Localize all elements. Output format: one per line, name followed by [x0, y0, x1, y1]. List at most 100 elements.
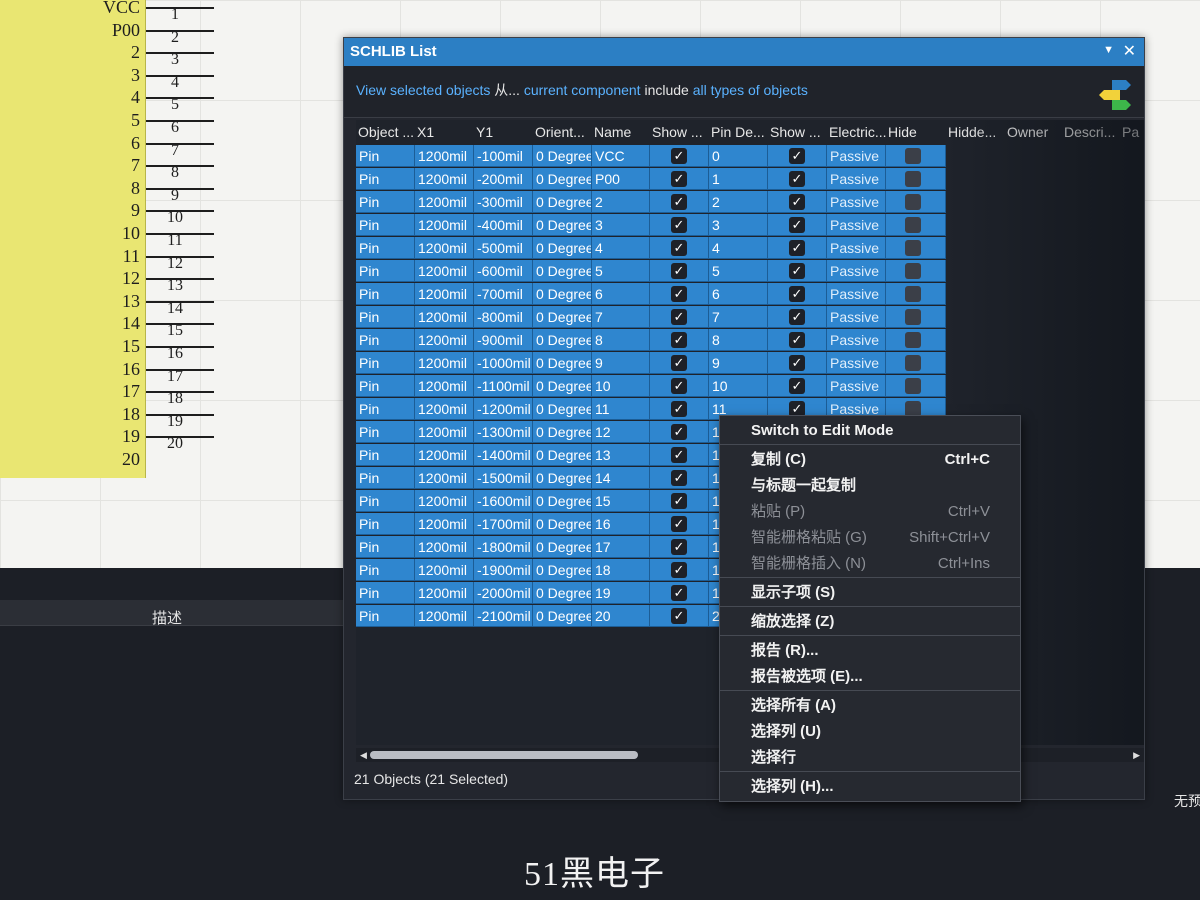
cell-electrical-type[interactable]: Passive — [827, 283, 886, 305]
cell-y1[interactable]: -1100mil — [474, 375, 533, 397]
cell-checkbox[interactable]: ✓ — [768, 329, 827, 351]
show-checkbox[interactable]: ✓ — [671, 470, 687, 486]
column-header[interactable]: X1 — [415, 120, 474, 144]
cell-orientation[interactable]: 0 Degrees — [533, 260, 592, 282]
cell-checkbox[interactable]: ✓ — [650, 375, 709, 397]
cell-object-type[interactable]: Pin — [356, 605, 415, 627]
cell-checkbox[interactable] — [886, 260, 946, 282]
cell-name[interactable]: 8 — [592, 329, 650, 351]
cell-x1[interactable]: 1200mil — [415, 559, 474, 581]
table-row[interactable]: Pin1200mil-100mil0 DegreesVCC 0 Passive ✓ ✓ — [356, 145, 946, 167]
cell-x1[interactable]: 1200mil — [415, 605, 474, 627]
cell-x1[interactable]: 1200mil — [415, 168, 474, 190]
cell-orientation[interactable]: 0 Degrees — [533, 559, 592, 581]
show-checkbox[interactable]: ✓ — [671, 263, 687, 279]
cell-y1[interactable]: -100mil — [474, 145, 533, 167]
cell-y1[interactable]: -1200mil — [474, 398, 533, 420]
cell-pin-designator[interactable]: 6 — [709, 283, 768, 305]
cell-name[interactable]: 19 — [592, 582, 650, 604]
hide-checkbox[interactable] — [905, 332, 921, 348]
cell-x1[interactable]: 1200mil — [415, 375, 474, 397]
column-header[interactable]: Descri... — [1062, 120, 1120, 144]
cell-name[interactable]: P00 — [592, 168, 650, 190]
cell-checkbox[interactable]: ✓ — [650, 168, 709, 190]
cell-orientation[interactable]: 0 Degrees — [533, 398, 592, 420]
cell-checkbox[interactable]: ✓ — [768, 237, 827, 259]
scrollbar-thumb[interactable] — [370, 751, 638, 759]
panel-menu-icon[interactable]: ▼ — [1103, 44, 1114, 56]
cell-name[interactable]: 4 — [592, 237, 650, 259]
show-checkbox[interactable]: ✓ — [671, 378, 687, 394]
cell-checkbox[interactable]: ✓ — [650, 513, 709, 535]
cell-pin-designator[interactable]: 10 — [709, 375, 768, 397]
cell-object-type[interactable]: Pin — [356, 490, 415, 512]
cell-y1[interactable]: -1800mil — [474, 536, 533, 558]
cell-x1[interactable]: 1200mil — [415, 421, 474, 443]
hide-checkbox[interactable] — [905, 378, 921, 394]
cell-checkbox[interactable]: ✓ — [650, 582, 709, 604]
cell-name[interactable]: 2 — [592, 191, 650, 213]
cell-pin-designator[interactable]: 5 — [709, 260, 768, 282]
cell-y1[interactable]: -700mil — [474, 283, 533, 305]
column-header[interactable]: Show ... — [650, 120, 709, 144]
cell-checkbox[interactable]: ✓ — [768, 352, 827, 374]
show-checkbox[interactable]: ✓ — [671, 401, 687, 417]
cell-object-type[interactable]: Pin — [356, 398, 415, 420]
show-checkbox[interactable]: ✓ — [671, 332, 687, 348]
cell-pin-designator[interactable]: 1 — [709, 168, 768, 190]
cell-y1[interactable]: -2000mil — [474, 582, 533, 604]
show-checkbox[interactable]: ✓ — [671, 148, 687, 164]
cell-orientation[interactable]: 0 Degrees — [533, 283, 592, 305]
show-checkbox[interactable]: ✓ — [671, 286, 687, 302]
cell-x1[interactable]: 1200mil — [415, 145, 474, 167]
scroll-left-icon[interactable]: ◀ — [360, 748, 367, 762]
cell-x1[interactable]: 1200mil — [415, 329, 474, 351]
column-header[interactable]: Electric... — [827, 120, 886, 144]
hide-checkbox[interactable] — [905, 240, 921, 256]
menu-item[interactable]: 报告 (R)... — [720, 638, 1020, 664]
cell-object-type[interactable]: Pin — [356, 168, 415, 190]
cell-orientation[interactable]: 0 Degrees — [533, 421, 592, 443]
cell-checkbox[interactable]: ✓ — [650, 214, 709, 236]
cell-y1[interactable]: -500mil — [474, 237, 533, 259]
hide-checkbox[interactable] — [905, 309, 921, 325]
cell-y1[interactable]: -1900mil — [474, 559, 533, 581]
cell-name[interactable]: 12 — [592, 421, 650, 443]
table-row[interactable]: Pin1200mil-200mil0 DegreesP00 1 Passive ✓ ✓ — [356, 168, 946, 190]
cell-object-type[interactable]: Pin — [356, 329, 415, 351]
cell-y1[interactable]: -400mil — [474, 214, 533, 236]
cell-name[interactable]: 16 — [592, 513, 650, 535]
show-checkbox[interactable]: ✓ — [789, 378, 805, 394]
cell-orientation[interactable]: 0 Degrees — [533, 375, 592, 397]
cell-orientation[interactable]: 0 Degrees — [533, 490, 592, 512]
cell-checkbox[interactable]: ✓ — [650, 490, 709, 512]
column-header[interactable]: Owner — [1005, 120, 1062, 144]
hide-checkbox[interactable] — [905, 286, 921, 302]
cell-checkbox[interactable]: ✓ — [650, 283, 709, 305]
cell-checkbox[interactable]: ✓ — [768, 283, 827, 305]
cell-x1[interactable]: 1200mil — [415, 306, 474, 328]
column-header[interactable]: Hidde... — [946, 120, 1005, 144]
cell-checkbox[interactable]: ✓ — [650, 306, 709, 328]
column-header[interactable]: Name — [592, 120, 650, 144]
column-header[interactable]: Show ... — [768, 120, 827, 144]
cell-checkbox[interactable] — [886, 237, 946, 259]
cell-object-type[interactable]: Pin — [356, 559, 415, 581]
cell-y1[interactable]: -900mil — [474, 329, 533, 351]
cell-x1[interactable]: 1200mil — [415, 283, 474, 305]
cell-x1[interactable]: 1200mil — [415, 536, 474, 558]
cell-checkbox[interactable]: ✓ — [650, 398, 709, 420]
filter-config-icon[interactable] — [1098, 78, 1132, 112]
show-checkbox[interactable]: ✓ — [789, 217, 805, 233]
cell-name[interactable]: 6 — [592, 283, 650, 305]
cell-checkbox[interactable]: ✓ — [768, 375, 827, 397]
cell-orientation[interactable]: 0 Degrees — [533, 168, 592, 190]
cell-name[interactable]: 13 — [592, 444, 650, 466]
cell-electrical-type[interactable]: Passive — [827, 145, 886, 167]
cell-checkbox[interactable]: ✓ — [768, 145, 827, 167]
cell-object-type[interactable]: Pin — [356, 536, 415, 558]
cell-electrical-type[interactable]: Passive — [827, 260, 886, 282]
hide-checkbox[interactable] — [905, 171, 921, 187]
cell-orientation[interactable]: 0 Degrees — [533, 306, 592, 328]
cell-name[interactable]: 14 — [592, 467, 650, 489]
